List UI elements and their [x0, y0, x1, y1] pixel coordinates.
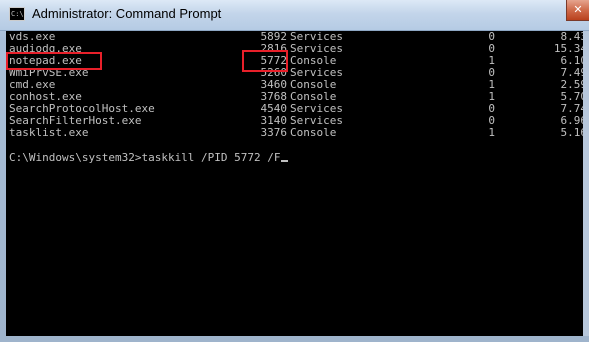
- session-number: 1: [488, 126, 495, 139]
- process-pid: 3376: [260, 126, 288, 139]
- command-prompt-window: C:\ Administrator: Command Prompt ✕ vds.…: [0, 0, 589, 342]
- close-button[interactable]: ✕: [566, 0, 589, 21]
- console-area[interactable]: vds.exe 5892 Services 0 8.43 audiodg.exe…: [6, 31, 583, 336]
- memory-usage: 5.16: [560, 126, 584, 139]
- process-session: Console: [290, 126, 337, 139]
- command-line[interactable]: C:\Windows\system32>taskkill /PID 5772 /…: [9, 151, 288, 165]
- process-row: tasklist.exe 3376 Console 1 5.16: [9, 127, 583, 139]
- vertical-scrollbar[interactable]: [583, 31, 589, 336]
- text-cursor: [280, 160, 288, 162]
- highlight-box-process-name: [6, 52, 102, 70]
- window-title: Administrator: Command Prompt: [32, 6, 222, 21]
- highlight-box-pid: [242, 50, 288, 72]
- command-prompt-icon[interactable]: C:\: [9, 7, 25, 21]
- close-icon: ✕: [573, 3, 583, 16]
- title-bar[interactable]: C:\ Administrator: Command Prompt ✕: [0, 0, 589, 31]
- command-text: C:\Windows\system32>taskkill /PID 5772 /…: [9, 151, 281, 164]
- process-name: tasklist.exe: [9, 126, 89, 139]
